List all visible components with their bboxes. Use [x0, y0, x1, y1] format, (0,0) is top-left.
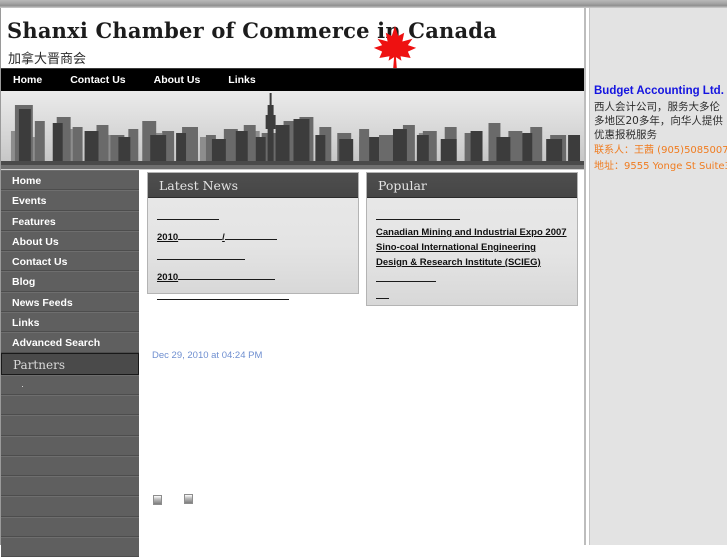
news-item-label: [157, 288, 289, 300]
popular-item-link[interactable]: Sino-coal International Engineering Desi…: [376, 240, 568, 270]
sidebar-item-blog[interactable]: Blog: [1, 271, 139, 292]
sidebar-item-contact-us[interactable]: Contact Us: [1, 251, 139, 272]
advert-body-line: 优惠报税服务: [594, 129, 657, 141]
popular-panel-title: Popular: [367, 173, 577, 198]
page-column: Shanxi Chamber of Commerce in Canada 加拿大…: [0, 8, 586, 557]
city-skyline-banner-image: [1, 91, 584, 170]
news-item-year: 2010: [157, 232, 179, 243]
sidebar-item-links[interactable]: Links: [1, 312, 139, 333]
news-item-link[interactable]: 2010: [157, 268, 349, 286]
partner-row[interactable]: [1, 516, 139, 538]
partner-row[interactable]: [1, 496, 139, 517]
main-column: Latest News 2010/ 2010 Popular Canadian …: [141, 170, 585, 547]
popular-item-link[interactable]: [376, 287, 568, 304]
right-advert-column: Budget Accounting Ltd. 西人会计公司，服务大多伦 多地区2…: [589, 8, 727, 545]
page-title: Shanxi Chamber of Commerce in Canada: [7, 18, 497, 43]
news-item-year: 2010: [157, 272, 179, 283]
site-masthead: Shanxi Chamber of Commerce in Canada 加拿大…: [1, 8, 584, 68]
popular-item-label: [376, 208, 460, 220]
popular-item-link[interactable]: Canadian Mining and Industrial Expo 2007: [376, 225, 568, 240]
news-item-link[interactable]: 2010/: [157, 228, 349, 246]
advert-title: Budget Accounting Ltd.: [594, 85, 724, 97]
popular-panel-body: Canadian Mining and Industrial Expo 2007…: [367, 198, 577, 312]
advert-contact-person: 联系人：王茜 (905)5085007: [594, 145, 727, 156]
sidebar-item-features[interactable]: Features: [1, 210, 139, 231]
nav-item-links[interactable]: Links: [214, 74, 269, 86]
popular-item-link[interactable]: [376, 270, 568, 287]
advert-address: 地址：9555 Yonge St Suite308: [594, 160, 727, 172]
sidebar-item-news-feeds[interactable]: News Feeds: [1, 291, 139, 313]
partner-row[interactable]: [1, 394, 139, 416]
broken-image-icon: [153, 495, 162, 505]
sidebar-section-partners: Partners: [1, 352, 139, 375]
popular-item-label: [376, 287, 389, 299]
top-navigation-bar: Home Contact Us About Us Links: [1, 68, 584, 91]
partner-row[interactable]: [1, 455, 139, 477]
partner-row[interactable]: [1, 476, 139, 497]
page-subtitle-chinese: 加拿大晋商会: [8, 52, 87, 67]
sidebar-item-about-us[interactable]: About Us: [1, 230, 139, 252]
latest-news-panel-body: 2010/ 2010: [148, 198, 358, 316]
left-sidebar: Home Events Features About Us Contact Us…: [1, 170, 140, 557]
latest-news-panel-title: Latest News: [148, 173, 358, 198]
news-item-link[interactable]: [157, 288, 349, 306]
advert-body-line: 西人会计公司，服务大多伦: [594, 101, 720, 113]
nav-item-contact-us[interactable]: Contact Us: [56, 74, 139, 86]
news-item-link[interactable]: [157, 208, 349, 226]
advert-body-line: 多地区20多年，向华人提供: [594, 115, 723, 127]
window-top-gradient-strip: [0, 0, 727, 8]
maple-leaf-icon: [373, 25, 417, 68]
latest-news-panel: Latest News 2010/ 2010: [147, 172, 359, 300]
popular-item-link[interactable]: [376, 208, 568, 225]
partner-row[interactable]: ·: [1, 374, 139, 395]
skyline-graphic: [1, 91, 584, 169]
sidebar-item-events[interactable]: Events: [1, 190, 139, 211]
sidebar-item-advanced-search[interactable]: Advanced Search: [1, 332, 139, 353]
news-item-label: [157, 248, 245, 260]
post-timestamp: Dec 29, 2010 at 04:24 PM: [152, 350, 263, 361]
popular-item-label: [376, 270, 436, 282]
sidebar-item-home[interactable]: Home: [1, 170, 139, 191]
nav-item-about-us[interactable]: About Us: [140, 74, 215, 86]
partner-row[interactable]: [1, 415, 139, 436]
partner-row[interactable]: [1, 435, 139, 456]
nav-item-home[interactable]: Home: [1, 74, 56, 86]
popular-panel: Popular Canadian Mining and Industrial E…: [366, 172, 578, 306]
broken-image-icon: [184, 494, 193, 504]
news-item-link[interactable]: [157, 248, 349, 266]
content-area: Home Events Features About Us Contact Us…: [1, 170, 585, 557]
news-item-label: [157, 208, 219, 220]
partner-row[interactable]: [1, 537, 139, 557]
budget-accounting-advert[interactable]: Budget Accounting Ltd. 西人会计公司，服务大多伦 多地区2…: [590, 8, 727, 173]
